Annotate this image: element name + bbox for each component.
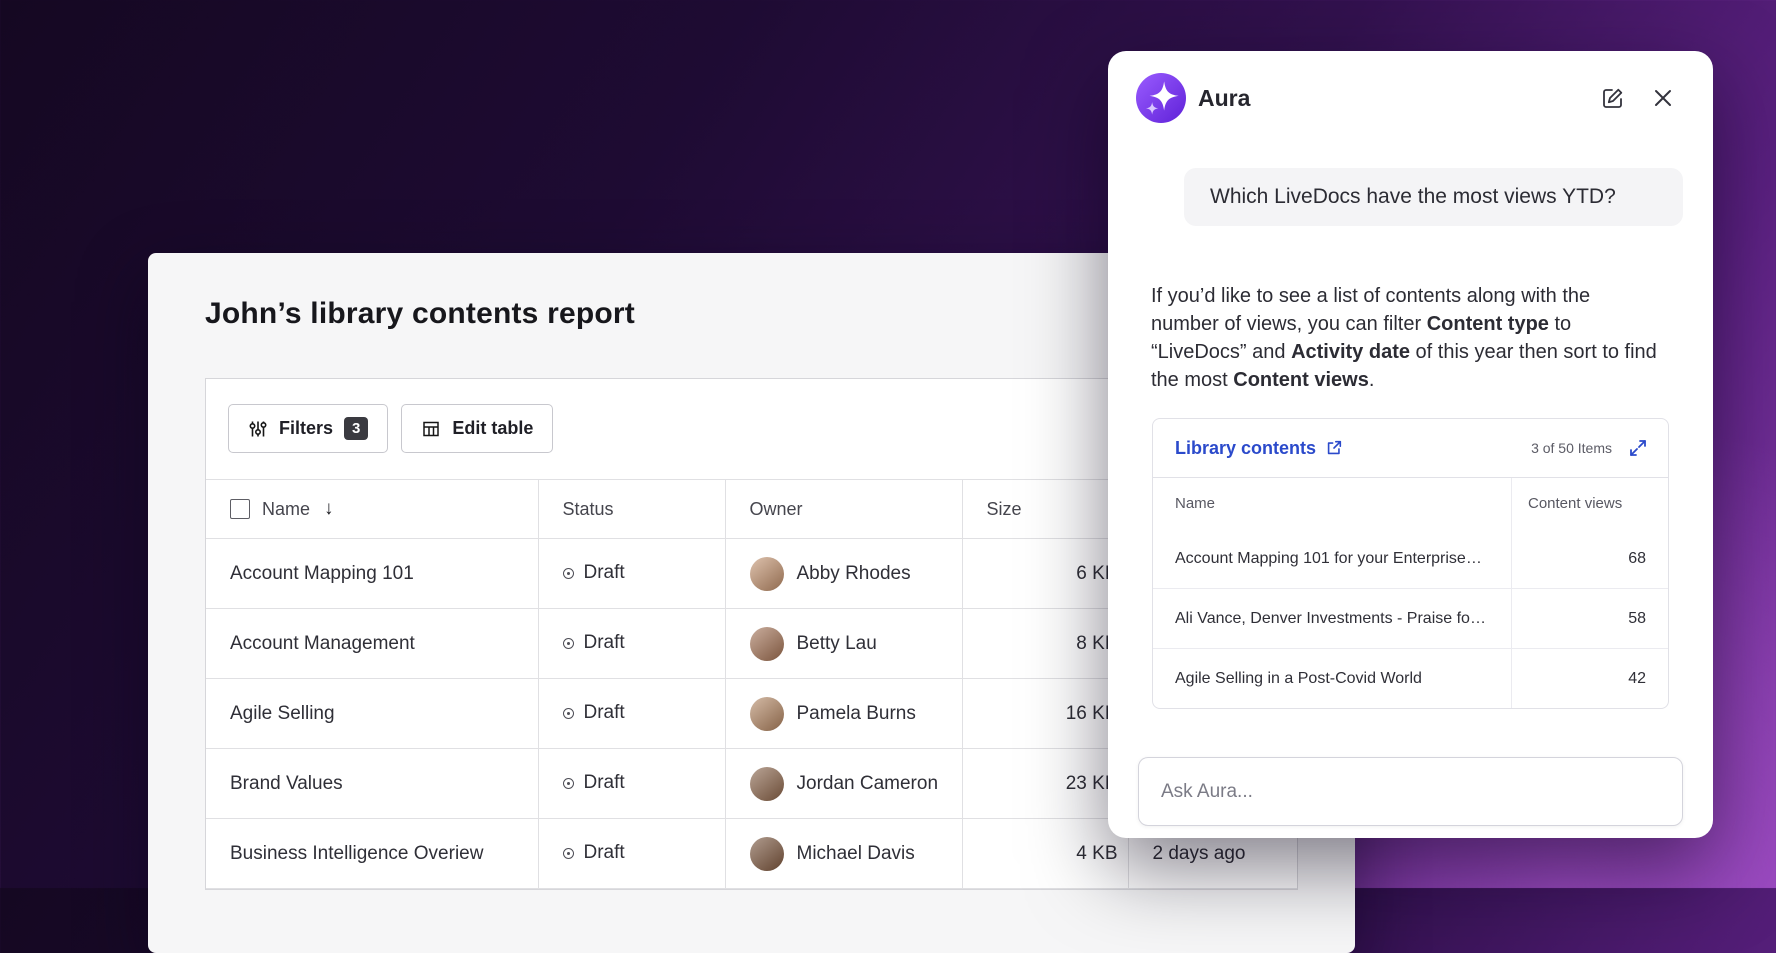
aura-panel: Aura Which LiveDocs have the most views … [1108, 51, 1713, 838]
edit-table-icon [421, 419, 441, 439]
contents-table-body: Account Mapping 101 for your Enterprise…… [1153, 529, 1668, 708]
cell-owner: Pamela Burns [725, 679, 962, 749]
contents-row: Ali Vance, Denver Investments - Praise f… [1153, 588, 1668, 648]
contents-cell-name: Agile Selling in a Post-Covid World [1153, 649, 1511, 708]
contents-row: Agile Selling in a Post-Covid World42 [1153, 648, 1668, 708]
library-contents-table: Name Content views Account Mapping 101 f… [1153, 477, 1668, 708]
user-message-text: Which LiveDocs have the most views YTD? [1210, 185, 1616, 209]
column-header-status[interactable]: Status [538, 480, 725, 539]
cell-status: Draft [538, 539, 725, 609]
filters-button[interactable]: Filters 3 [228, 404, 388, 453]
contents-cell-views: 58 [1511, 589, 1668, 648]
cell-owner: Abby Rhodes [725, 539, 962, 609]
close-panel-button[interactable] [1651, 86, 1675, 110]
external-link-icon [1325, 439, 1343, 457]
cell-name: Business Intelligence Overiew [206, 819, 538, 889]
avatar [750, 697, 784, 731]
cell-size: 4 KB [962, 819, 1128, 889]
edit-table-button[interactable]: Edit table [401, 404, 553, 453]
filter-icon [248, 419, 268, 439]
cell-name: Account Mapping 101 [206, 539, 538, 609]
cell-status: Draft [538, 679, 725, 749]
contents-cell-views: 42 [1511, 649, 1668, 708]
cell-owner: Betty Lau [725, 609, 962, 679]
draft-status-icon [563, 638, 574, 649]
cell-size: 16 KB [962, 679, 1128, 749]
cell-size: 23 KB [962, 749, 1128, 819]
expand-table-button[interactable] [1628, 438, 1648, 458]
aura-header: Aura [1108, 51, 1713, 123]
close-icon [1652, 87, 1674, 109]
contents-cell-name: Ali Vance, Denver Investments - Praise f… [1153, 589, 1511, 648]
cell-size: 6 KB [962, 539, 1128, 609]
cell-owner: Jordan Cameron [725, 749, 962, 819]
cell-status: Draft [538, 609, 725, 679]
select-all-checkbox[interactable] [230, 499, 250, 519]
cell-name: Agile Selling [206, 679, 538, 749]
column-header-owner[interactable]: Owner [725, 480, 962, 539]
cell-name: Brand Values [206, 749, 538, 819]
contents-header-row: Name Content views [1153, 478, 1668, 529]
user-message-bubble: Which LiveDocs have the most views YTD? [1184, 168, 1683, 226]
avatar [750, 557, 784, 591]
new-chat-button[interactable] [1601, 86, 1625, 110]
draft-status-icon [563, 848, 574, 859]
avatar [750, 767, 784, 801]
filters-count-badge: 3 [344, 417, 368, 440]
contents-row: Account Mapping 101 for your Enterprise…… [1153, 529, 1668, 588]
column-header-name[interactable]: Name ↓ [206, 480, 538, 539]
contents-cell-name: Account Mapping 101 for your Enterprise… [1153, 529, 1511, 588]
avatar [750, 627, 784, 661]
sort-descending-icon: ↓ [324, 498, 334, 520]
compose-icon [1601, 86, 1625, 110]
draft-status-icon [563, 568, 574, 579]
aura-title: Aura [1198, 85, 1250, 112]
filters-label: Filters [279, 418, 333, 439]
library-contents-card: Library contents 3 of 50 Items Name Cont… [1152, 418, 1669, 709]
aura-response-text: If you’d like to see a list of contents … [1151, 282, 1657, 394]
library-contents-link[interactable]: Library contents [1175, 438, 1343, 459]
cell-status: Draft [538, 819, 725, 889]
maximize-icon [1628, 438, 1648, 458]
column-label-name: Name [262, 499, 310, 520]
aura-sparkle-icon [1136, 73, 1186, 123]
cell-status: Draft [538, 749, 725, 819]
avatar [750, 837, 784, 871]
contents-cell-views: 68 [1511, 529, 1668, 588]
edit-table-label: Edit table [452, 418, 533, 439]
contents-column-views: Content views [1511, 478, 1668, 529]
draft-status-icon [563, 708, 574, 719]
ask-aura-input[interactable] [1138, 757, 1683, 826]
column-header-size[interactable]: Size [962, 480, 1128, 539]
library-contents-label: Library contents [1175, 438, 1316, 459]
cell-owner: Michael Davis [725, 819, 962, 889]
cell-size: 8 KB [962, 609, 1128, 679]
draft-status-icon [563, 778, 574, 789]
items-count: 3 of 50 Items [1531, 440, 1612, 456]
library-contents-header: Library contents 3 of 50 Items [1153, 419, 1668, 477]
contents-column-name: Name [1153, 478, 1511, 529]
cell-name: Account Management [206, 609, 538, 679]
